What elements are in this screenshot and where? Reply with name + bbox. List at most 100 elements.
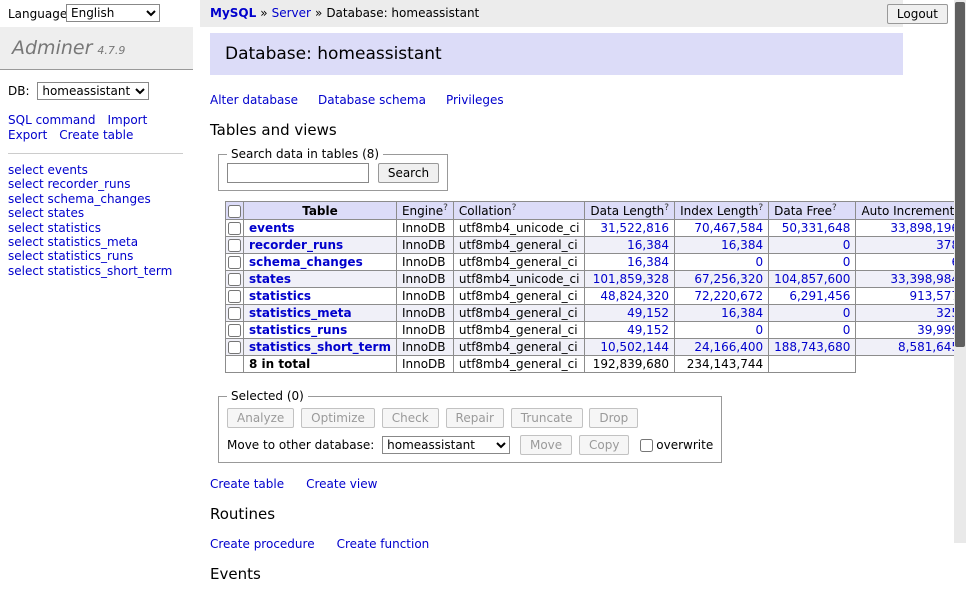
sidebar-item-select-recorder-runs[interactable]: select recorder_runs bbox=[8, 177, 183, 191]
data-free-link[interactable]: 0 bbox=[769, 305, 856, 322]
collation-cell: utf8mb4_general_ci bbox=[453, 339, 585, 356]
data-length-link[interactable]: 101,859,328 bbox=[585, 271, 675, 288]
data-length-link[interactable]: 16,384 bbox=[585, 254, 675, 271]
collation-cell: utf8mb4_general_ci bbox=[453, 288, 585, 305]
table-name-link[interactable]: statistics_short_term bbox=[249, 340, 391, 354]
data-length-link[interactable]: 49,152 bbox=[585, 305, 675, 322]
data-length-link[interactable]: 31,522,816 bbox=[585, 220, 675, 237]
index-length-link[interactable]: 16,384 bbox=[675, 237, 769, 254]
sidebar-import-link[interactable]: Import bbox=[107, 113, 147, 127]
privileges-link[interactable]: Privileges bbox=[446, 93, 504, 107]
tables-list: Table Engine? Collation? Data Length? In… bbox=[225, 201, 966, 373]
breadcrumb-server-link[interactable]: Server bbox=[272, 6, 311, 20]
index-length-link[interactable]: 0 bbox=[675, 322, 769, 339]
data-length-link[interactable]: 49,152 bbox=[585, 322, 675, 339]
data-length-link[interactable]: 10,502,144 bbox=[585, 339, 675, 356]
table-row: recorder_runs InnoDB utf8mb4_general_ci … bbox=[226, 237, 966, 254]
create-table-link[interactable]: Create table bbox=[210, 477, 284, 491]
data-free-link[interactable]: 0 bbox=[769, 254, 856, 271]
select-all-checkbox[interactable] bbox=[228, 205, 241, 218]
data-free-link[interactable]: 188,743,680 bbox=[769, 339, 856, 356]
search-button[interactable]: Search bbox=[378, 163, 439, 183]
engine-cell: InnoDB bbox=[396, 271, 453, 288]
sidebar-item-select-statistics-runs[interactable]: select statistics_runs bbox=[8, 249, 183, 263]
table-name-link[interactable]: states bbox=[249, 272, 291, 286]
collation-cell: utf8mb4_unicode_ci bbox=[453, 220, 585, 237]
table-row: events InnoDB utf8mb4_unicode_ci 31,522,… bbox=[226, 220, 966, 237]
sidebar-item-select-statistics-meta[interactable]: select statistics_meta bbox=[8, 235, 183, 249]
data-free-link[interactable]: 0 bbox=[769, 322, 856, 339]
data-free-link[interactable]: 0 bbox=[769, 237, 856, 254]
table-name-link[interactable]: statistics bbox=[249, 289, 311, 303]
vertical-scrollbar[interactable] bbox=[954, 0, 966, 543]
index-length-link[interactable]: 67,256,320 bbox=[675, 271, 769, 288]
move-db-select[interactable]: homeassistant bbox=[382, 436, 510, 454]
database-schema-link[interactable]: Database schema bbox=[318, 93, 426, 107]
overwrite-checkbox[interactable] bbox=[640, 439, 653, 452]
sidebar-export-link[interactable]: Export bbox=[8, 128, 47, 142]
table-name-link[interactable]: statistics_runs bbox=[249, 323, 347, 337]
tables-total: 8 in total bbox=[244, 356, 397, 373]
auto-increment-link[interactable]: 8,581,645 bbox=[856, 339, 965, 356]
index-length-link[interactable]: 0 bbox=[675, 254, 769, 271]
scrollbar-thumb[interactable] bbox=[955, 2, 965, 347]
data-free-link[interactable]: 104,857,600 bbox=[769, 271, 856, 288]
create-function-link[interactable]: Create function bbox=[337, 537, 430, 551]
app-title: Adminer bbox=[12, 37, 92, 59]
row-checkbox[interactable] bbox=[228, 273, 241, 286]
breadcrumb: MySQL»Server»Database: homeassistant bbox=[200, 0, 903, 27]
row-checkbox[interactable] bbox=[228, 239, 241, 252]
help-link[interactable]: ? bbox=[664, 203, 669, 213]
row-checkbox[interactable] bbox=[228, 307, 241, 320]
auto-increment-link[interactable]: 325 bbox=[856, 305, 965, 322]
auto-increment-link[interactable]: 378 bbox=[856, 237, 965, 254]
data-length-link[interactable]: 48,824,320 bbox=[585, 288, 675, 305]
engine-cell: InnoDB bbox=[396, 305, 453, 322]
search-input[interactable] bbox=[227, 163, 369, 183]
create-view-link[interactable]: Create view bbox=[306, 477, 377, 491]
sidebar-item-select-states[interactable]: select states bbox=[8, 206, 183, 220]
create-procedure-link[interactable]: Create procedure bbox=[210, 537, 315, 551]
auto-increment-link[interactable]: 39,999 bbox=[856, 322, 965, 339]
sidebar-sql-command-link[interactable]: SQL command bbox=[8, 113, 95, 127]
row-checkbox[interactable] bbox=[228, 324, 241, 337]
sidebar-item-select-events[interactable]: select events bbox=[8, 163, 183, 177]
auto-increment-link[interactable]: 33,398,984 bbox=[856, 271, 965, 288]
auto-increment-link[interactable]: 33,898,196 bbox=[856, 220, 965, 237]
alter-database-link[interactable]: Alter database bbox=[210, 93, 298, 107]
logout-button[interactable]: Logout bbox=[887, 4, 948, 24]
help-link[interactable]: ? bbox=[758, 203, 763, 213]
table-name-link[interactable]: schema_changes bbox=[249, 255, 363, 269]
move-button: Move bbox=[520, 435, 572, 455]
help-link[interactable]: ? bbox=[443, 203, 448, 213]
auto-increment-link[interactable]: 6 bbox=[856, 254, 965, 271]
help-link[interactable]: ? bbox=[832, 203, 837, 213]
index-length-link[interactable]: 16,384 bbox=[675, 305, 769, 322]
row-checkbox[interactable] bbox=[228, 290, 241, 303]
collation-cell: utf8mb4_unicode_ci bbox=[453, 271, 585, 288]
sidebar-create-table-link[interactable]: Create table bbox=[59, 128, 133, 142]
sidebar-item-select-schema-changes[interactable]: select schema_changes bbox=[8, 192, 183, 206]
help-link[interactable]: ? bbox=[512, 203, 517, 213]
row-checkbox[interactable] bbox=[228, 341, 241, 354]
table-name-link[interactable]: statistics_meta bbox=[249, 306, 352, 320]
data-free-link[interactable]: 6,291,456 bbox=[769, 288, 856, 305]
engine-cell: InnoDB bbox=[396, 322, 453, 339]
sidebar-item-select-statistics[interactable]: select statistics bbox=[8, 221, 183, 235]
table-name-link[interactable]: recorder_runs bbox=[249, 238, 343, 252]
row-checkbox[interactable] bbox=[228, 256, 241, 269]
overwrite-option[interactable]: overwrite bbox=[640, 438, 713, 452]
index-length-link[interactable]: 24,166,400 bbox=[675, 339, 769, 356]
db-select[interactable]: homeassistant bbox=[37, 82, 149, 100]
row-checkbox[interactable] bbox=[228, 222, 241, 235]
sidebar-item-select-statistics-short-term[interactable]: select statistics_short_term bbox=[8, 264, 183, 278]
data-free-link[interactable]: 50,331,648 bbox=[769, 220, 856, 237]
table-name-link[interactable]: events bbox=[249, 221, 295, 235]
breadcrumb-mysql-link[interactable]: MySQL bbox=[210, 6, 256, 20]
auto-increment-link[interactable]: 913,577 bbox=[856, 288, 965, 305]
index-length-link[interactable]: 70,467,584 bbox=[675, 220, 769, 237]
data-length-link[interactable]: 16,384 bbox=[585, 237, 675, 254]
language-select[interactable]: English bbox=[66, 4, 160, 22]
truncate-button: Truncate bbox=[511, 408, 583, 428]
index-length-link[interactable]: 72,220,672 bbox=[675, 288, 769, 305]
